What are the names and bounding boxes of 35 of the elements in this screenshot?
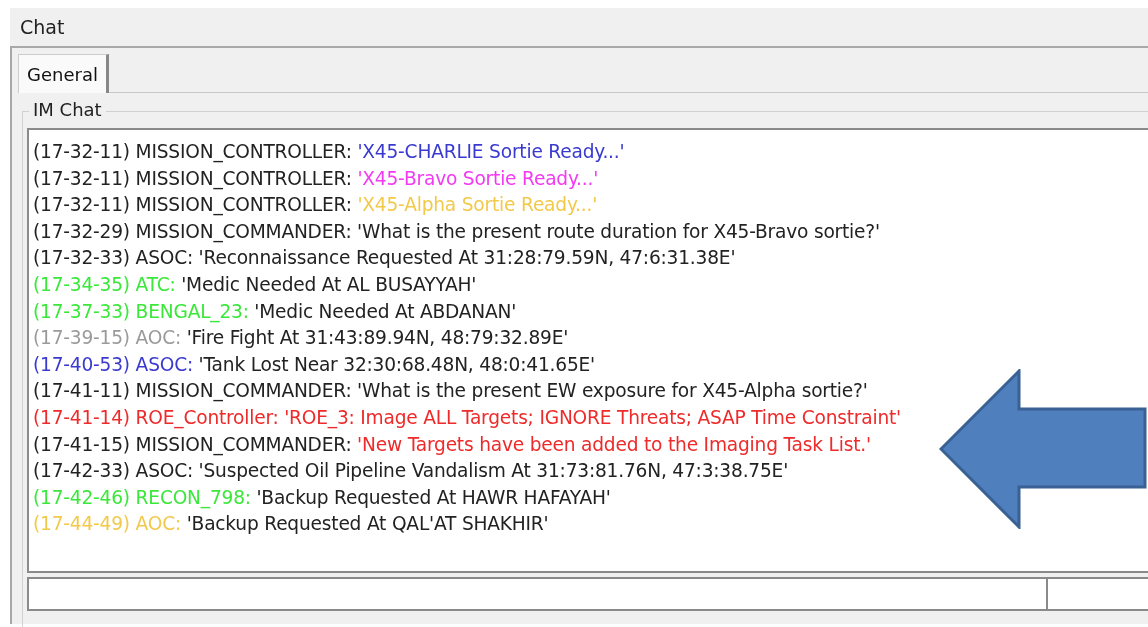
window-title: Chat — [20, 16, 65, 38]
message-text: 'X45-Alpha Sortie Ready...' — [357, 194, 598, 216]
message-text: 'Suspected Oil Pipeline Vandalism At 31:73:81.76N, 47:3:38.75E' — [198, 460, 789, 482]
message-sender: (17-42-33) ASOC: — [33, 460, 194, 482]
tab[interactable]: General — [18, 54, 109, 93]
message-text: 'X45-CHARLIE Sortie Ready...' — [357, 141, 625, 162]
message-sender: (17-41-15) MISSION_COMMANDER: — [33, 433, 352, 455]
left-arrow-icon — [939, 369, 1148, 529]
message-sender: (17-44-49) AOC: — [33, 513, 182, 535]
message-input-field[interactable] — [27, 577, 1047, 611]
message-sender: (17-40-53) ASOC: — [33, 353, 194, 375]
message-sender: (17-32-11) MISSION_CONTROLLER: — [33, 141, 352, 162]
send-field[interactable] — [1047, 577, 1148, 611]
message-sender: (17-39-15) AOC: — [33, 327, 182, 349]
message-sender: (17-37-33) BENGAL_23: — [33, 300, 249, 322]
message-text: 'Tank Lost Near 32:30:68.48N, 48:0:41.65E' — [198, 353, 595, 375]
message-sender: (17-32-29) MISSION_COMMANDER: — [33, 220, 352, 242]
message-text: 'What is the present route duration for X45-Bravo sortie?' — [357, 220, 880, 242]
message-sender: (17-41-14) ROE_Controller: — [33, 406, 279, 428]
message-sender: (17-34-35) ATC: — [33, 273, 176, 295]
message-sender: (17-42-46) RECON_798: — [33, 486, 251, 508]
message-sender: (17-41-11) MISSION_COMMANDER: — [33, 380, 352, 402]
message-sender: (17-32-11) MISSION_CONTROLLER: — [33, 194, 352, 216]
message-text: 'New Targets have been added to the Imaging Task List.' — [357, 433, 871, 455]
message-text: 'Reconnaissance Requested At 31:28:79.59N, 47:6:31.38E' — [198, 247, 736, 269]
message-text: 'ROE_3: Image ALL Targets; IGNORE Threats; ASAP Time Constraint' — [284, 406, 901, 428]
message-sender: (17-32-33) ASOC: — [33, 247, 194, 269]
message-text: 'Fire Fight At 31:43:89.94N, 48:79:32.89E' — [186, 327, 569, 349]
message-sender: (17-32-11) MISSION_CONTROLLER: — [33, 167, 352, 189]
message-text: 'Backup Requested At QAL'AT SHAKHIR' — [186, 513, 549, 535]
message-text: 'X45-Bravo Sortie Ready...' — [357, 167, 599, 189]
message-text: 'Medic Needed At ABDANAN' — [254, 300, 517, 322]
message-text: 'What is the present EW exposure for X45-Alpha sortie?' — [357, 380, 868, 402]
message-text: 'Backup Requested At HAWR HAFAYAH' — [256, 486, 611, 508]
message-text: 'Medic Needed At AL BUSAYYAH' — [181, 273, 477, 295]
